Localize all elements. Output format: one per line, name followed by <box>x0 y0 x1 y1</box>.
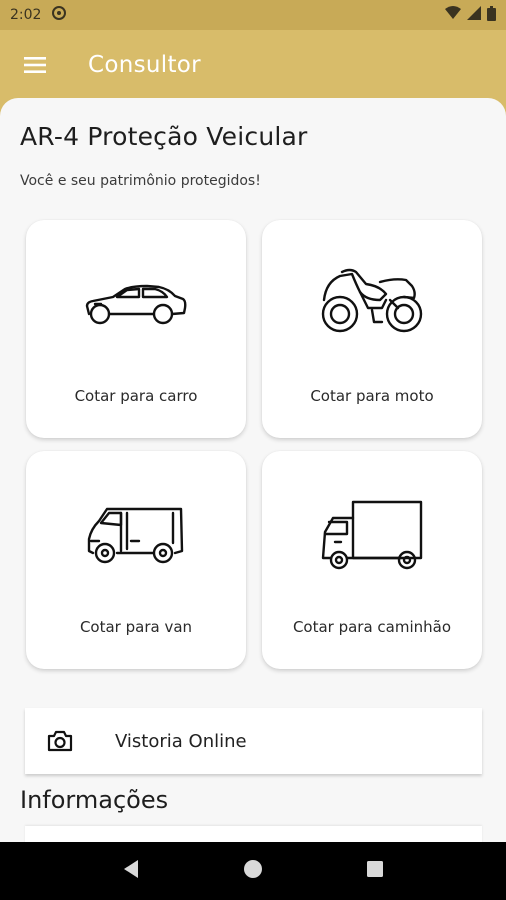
back-button[interactable] <box>122 859 140 883</box>
truck-icon <box>321 500 423 570</box>
quote-car-label: Cotar para carro <box>74 387 198 405</box>
hamburger-menu-icon <box>24 57 46 73</box>
data-saver-icon <box>51 5 67 25</box>
quote-truck-card[interactable]: Cotar para caminhão <box>262 451 482 669</box>
battery-icon <box>487 5 496 25</box>
main-content: AR-4 Proteção Veicular Você e seu patrim… <box>0 98 506 842</box>
signal-icon <box>467 6 481 24</box>
van-icon <box>87 507 184 564</box>
wifi-icon <box>445 6 461 24</box>
car-icon <box>85 284 187 325</box>
home-circle-icon <box>243 860 262 878</box>
back-triangle-icon <box>123 860 138 878</box>
quote-moto-card[interactable]: Cotar para moto <box>262 220 482 438</box>
home-button[interactable] <box>243 859 263 883</box>
status-time: 2:02 <box>10 7 42 23</box>
status-bar: 2:02 <box>0 0 506 30</box>
vistoria-online-label: Vistoria Online <box>115 730 247 752</box>
vistoria-online-button[interactable]: Vistoria Online <box>25 708 482 774</box>
quote-car-card[interactable]: Cotar para carro <box>26 220 246 438</box>
page-title: AR-4 Proteção Veicular <box>20 122 308 151</box>
recents-square-icon <box>367 861 384 877</box>
page-subtitle: Você e seu patrimônio protegidos! <box>20 173 261 189</box>
system-nav-bar <box>0 842 506 900</box>
quote-van-label: Cotar para van <box>79 618 193 636</box>
info-card[interactable] <box>25 826 482 842</box>
quote-moto-label: Cotar para moto <box>310 387 434 405</box>
info-section-title: Informações <box>20 786 169 814</box>
quote-van-card[interactable]: Cotar para van <box>26 451 246 669</box>
menu-button[interactable] <box>0 30 70 100</box>
app-bar: Consultor <box>0 30 506 100</box>
camera-icon <box>47 730 73 752</box>
recents-button[interactable] <box>366 860 384 882</box>
quote-truck-label: Cotar para caminhão <box>292 618 452 636</box>
motorcycle-icon <box>321 268 423 333</box>
app-title: Consultor <box>88 52 201 78</box>
